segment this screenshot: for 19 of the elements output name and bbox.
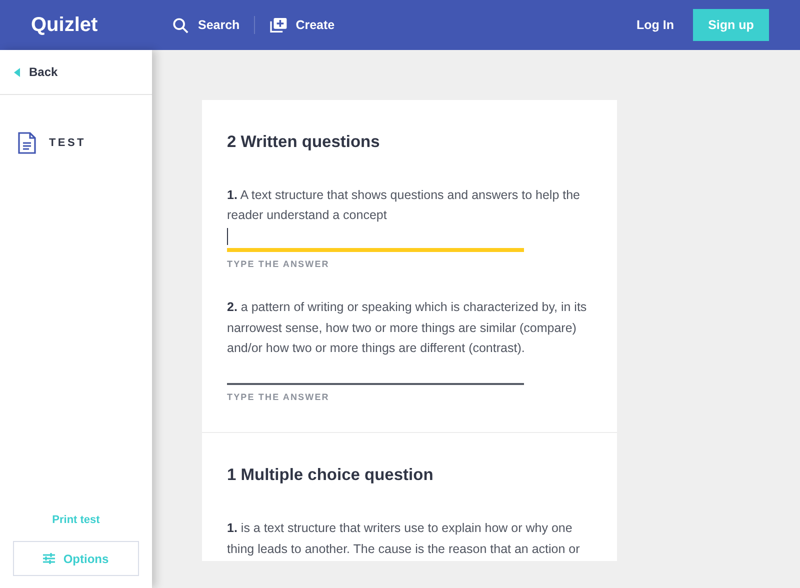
question-text: 1. is a text structure that writers use to explain how or why one thing leads to another. The cause is the reason that an action or: [227, 520, 581, 558]
caret-icon: [14, 68, 20, 76]
sliders-icon: [43, 553, 56, 564]
search-icon: [172, 16, 189, 34]
section-title: 2 Written questions: [227, 132, 381, 153]
section-title: 1 Multiple choice question: [227, 465, 434, 486]
question-text: 1. A text structure that shows questions and answers to help the reader understand a concept: [227, 186, 581, 224]
logo[interactable]: Quizlet: [31, 10, 171, 40]
add-card-icon: [270, 18, 287, 32]
question-text: 2. a pattern of writing or speaking which is characterized by, in its narrowest sense, how two or more things are similar (compare) and/or how two or more things are different (contrast).: [227, 299, 588, 358]
sidebar-item[interactable]: TEST: [0, 132, 152, 154]
text-cursor: [227, 228, 228, 246]
search-link[interactable]: Search: [172, 16, 240, 34]
back-link[interactable]: Back: [0, 50, 152, 95]
login-link[interactable]: Log In: [636, 16, 674, 34]
field-label: TYPE THE ANSWER: [227, 390, 330, 404]
document-icon: [17, 132, 37, 154]
create-link[interactable]: Create: [270, 16, 335, 34]
field-label: TYPE THE ANSWER: [227, 258, 330, 271]
